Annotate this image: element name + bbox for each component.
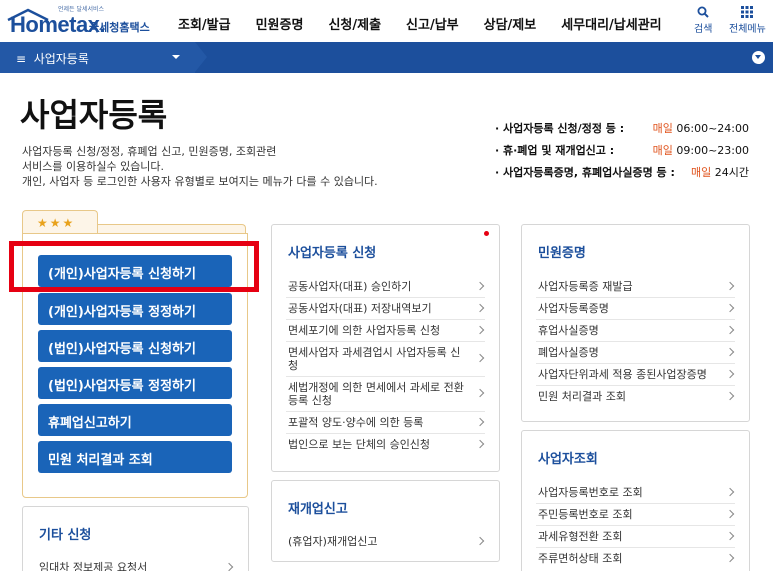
nav-tax-agent[interactable]: 세무대리/납세관리 (561, 14, 661, 33)
list-item[interactable]: 사업자등록증명 (536, 297, 735, 319)
hours-row: · 휴·폐업 및 재개업신고 : 매일 09:00~23:00 (495, 144, 749, 157)
chevron-right-icon (725, 391, 735, 400)
card-title: 기타 신청 (39, 528, 92, 543)
chevron-right-icon (725, 369, 735, 378)
chevron-right-icon (725, 303, 735, 312)
location-menu-dropdown[interactable]: ≡ 사업자등록 (0, 42, 195, 73)
all-menu-button[interactable]: 전체메뉴 (729, 6, 766, 35)
chevron-down-circle-icon[interactable] (752, 51, 765, 64)
chevron-right-icon (725, 281, 735, 290)
list-item[interactable]: 사업자등록번호로 조회 (536, 482, 735, 503)
global-nav: 조회/발급 민원증명 신청/제출 신고/납부 상담/제보 세무대리/납세관리 (178, 14, 687, 33)
logo-subtitle: 국세청홈택스 (89, 21, 150, 34)
register-apply-card: 사업자등록 신청 공동사업자(대표) 승인하기 공동사업자(대표) 저장내역보기… (271, 224, 500, 472)
chevron-right-icon (725, 487, 735, 496)
chevron-right-icon (475, 439, 485, 448)
chevron-right-icon (725, 509, 735, 518)
new-indicator-dot (484, 231, 489, 236)
nav-apply-submit[interactable]: 신청/제출 (328, 14, 381, 33)
favorites-tab[interactable]: ★★★ (22, 210, 98, 234)
list-item[interactable]: (휴업자)재개업신고 (286, 531, 485, 552)
nav-inquiry-issue[interactable]: 조회/발급 (178, 14, 231, 33)
chevron-right-icon (475, 417, 485, 426)
list-item[interactable]: 사업자등록증 재발급 (536, 276, 735, 297)
chevron-right-icon (725, 553, 735, 562)
hometax-logo[interactable]: 언제든 달세서비스 Hometax. 국세청홈택스 (6, 4, 156, 38)
card-title: 재개업신고 (288, 502, 348, 517)
list-item[interactable]: 주류면허상태 조회 (536, 547, 735, 569)
card-title: 사업자조회 (538, 452, 598, 467)
card-title: 사업자등록 신청 (288, 246, 377, 261)
star-icon: ★★★ (37, 216, 76, 230)
all-menu-label: 전체메뉴 (729, 24, 766, 35)
list-item[interactable]: 휴업사실증명 (536, 319, 735, 341)
chevron-right-icon (475, 353, 485, 363)
list-item[interactable]: 공동사업자(대표) 승인하기 (286, 276, 485, 297)
civil-certificate-card: 민원증명 사업자등록증 재발급 사업자등록증명 휴업사실증명 폐업사실증명 사업… (521, 224, 750, 422)
list-item[interactable]: 민원 처리결과 조회 (536, 385, 735, 407)
search-icon (697, 6, 709, 18)
chevron-right-icon (475, 281, 485, 290)
list-item[interactable]: 공동사업자(대표) 저장내역보기 (286, 297, 485, 319)
list-item[interactable]: 주민등록번호로 조회 (536, 503, 735, 525)
chevron-right-icon (475, 325, 485, 334)
nav-certificate[interactable]: 민원증명 (256, 14, 304, 33)
service-hours: · 사업자등록 신청/정정 등 : 매일 06:00~24:00 · 휴·폐업 … (495, 120, 755, 186)
list-item[interactable]: 법인으로 보는 단체의 승인신청 (286, 433, 485, 455)
hours-row: · 사업자등록 신청/정정 등 : 매일 06:00~24:00 (495, 122, 749, 135)
business-lookup-card: 사업자조회 사업자등록번호로 조회 주민등록번호로 조회 과세유형전환 조회 주… (521, 430, 750, 571)
list-item[interactable]: 과세유형전환 조회 (536, 525, 735, 547)
search-button[interactable]: 검색 (694, 6, 712, 35)
page-description: 사업자등록 신청/정정, 휴폐업 신고, 민원증명, 조회관련 서비스를 이용하… (22, 145, 378, 188)
search-label: 검색 (694, 24, 713, 35)
chevron-right-icon (475, 303, 485, 312)
page-title: 사업자등록 (20, 96, 168, 134)
chevron-right-icon (224, 562, 234, 571)
chevron-right-icon (475, 536, 485, 545)
header: 언제든 달세서비스 Hometax. 국세청홈택스 조회/발급 민원증명 신청/… (0, 0, 773, 42)
reopen-report-card: 재개업신고 (휴업자)재개업신고 (271, 480, 500, 562)
chevron-right-icon (475, 388, 485, 398)
other-apply-card: 기타 신청 임대차 정보제공 요청서 (22, 506, 249, 571)
breadcrumb-arrow (195, 42, 207, 72)
card-title: 민원증명 (538, 246, 586, 261)
caret-down-icon (172, 55, 180, 59)
chevron-right-icon (725, 347, 735, 356)
nav-consult[interactable]: 상담/제보 (484, 14, 537, 33)
chevron-right-icon (725, 531, 735, 540)
list-item[interactable]: 세법개정에 의한 면세에서 과세로 전환 등록 신청 (286, 376, 485, 411)
list-item[interactable]: 폐업사실증명 (536, 341, 735, 363)
highlight-box (9, 241, 259, 292)
list-item[interactable]: 임대차 정보제공 요청서 (37, 557, 234, 571)
list-item[interactable]: 면세사업자 과세겸업시 사업자등록 신청 (286, 341, 485, 376)
location-bar: ≡ 사업자등록 (0, 42, 773, 73)
grid-menu-icon (741, 6, 754, 18)
location-menu-label: ≡ 사업자등록 (16, 52, 89, 66)
list-item[interactable]: 포괄적 양도·양수에 의한 등록 (286, 411, 485, 433)
list-item[interactable]: 사업자단위과세 적용 종된사업장증명 (536, 363, 735, 385)
list-item[interactable]: 면세포기에 의한 사업자등록 신청 (286, 319, 485, 341)
closure-report-button[interactable]: 휴폐업신고하기 (38, 404, 232, 436)
chevron-right-icon (725, 325, 735, 334)
nav-report-pay[interactable]: 신고/납부 (406, 14, 459, 33)
individual-register-correct-button[interactable]: (개인)사업자등록 정정하기 (38, 293, 232, 325)
corporate-register-apply-button[interactable]: (법인)사업자등록 신청하기 (38, 330, 232, 362)
civil-result-lookup-button[interactable]: 민원 처리결과 조회 (38, 441, 232, 473)
hours-row: · 사업자등록증명, 휴폐업사실증명 등 : 매일 24시간 (495, 166, 749, 179)
corporate-register-correct-button[interactable]: (법인)사업자등록 정정하기 (38, 367, 232, 399)
